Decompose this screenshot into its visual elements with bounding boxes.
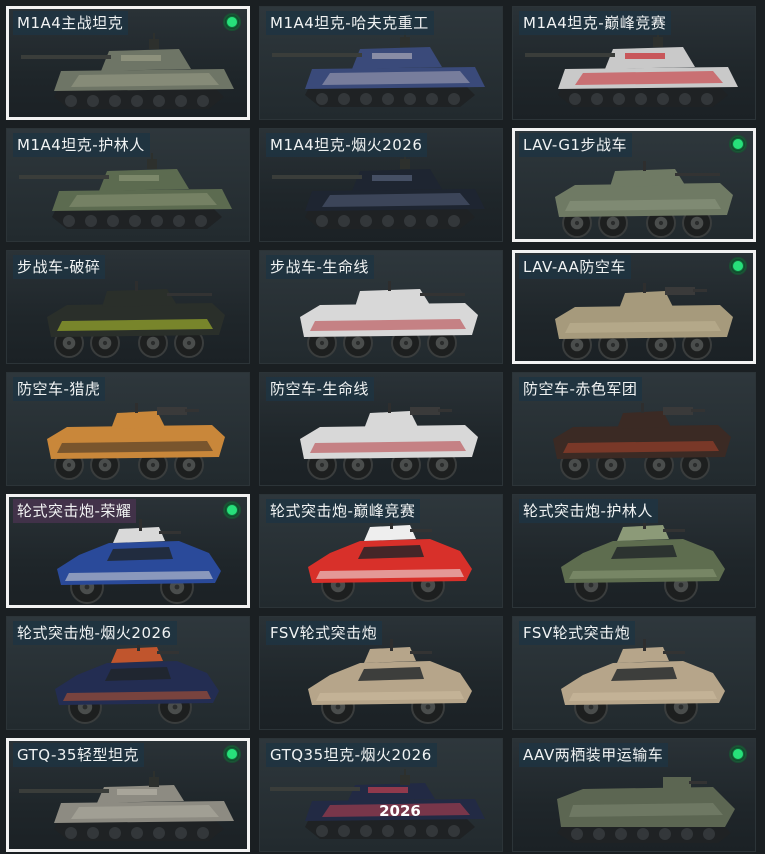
vehicle-name-label: FSV轮式突击炮 [519, 621, 636, 645]
vehicle-name-label: 步战车-破碎 [13, 255, 106, 279]
equipped-indicator-icon [223, 501, 241, 519]
vehicle-skin-card[interactable]: 轮式突击炮-护林人 [512, 494, 756, 608]
vehicle-name-label: 步战车-生命线 [266, 255, 374, 279]
vehicle-skin-card[interactable]: M1A4坦克-哈夫克重工 [259, 6, 503, 120]
vehicle-name-label: GTQ-35轻型坦克 [13, 743, 144, 767]
vehicle-name-label: M1A4主战坦克 [13, 11, 129, 35]
vehicle-name-label: M1A4坦克-护林人 [13, 133, 150, 157]
vehicle-skin-card[interactable]: FSV轮式突击炮 [512, 616, 756, 730]
vehicle-skin-card[interactable]: LAV-G1步战车 [512, 128, 756, 242]
vehicle-skin-card[interactable]: 防空车-猎虎 [6, 372, 250, 486]
vehicle-name-label: 轮式突击炮-护林人 [519, 499, 658, 523]
equipped-indicator-icon [223, 745, 241, 763]
equipped-indicator-icon [729, 257, 747, 275]
vehicle-skin-card[interactable]: 步战车-破碎 [6, 250, 250, 364]
equipped-indicator-icon [729, 135, 747, 153]
vehicle-name-label: M1A4坦克-烟火2026 [266, 133, 428, 157]
vehicle-name-label: 防空车-赤色军团 [519, 377, 643, 401]
vehicle-name-label: 轮式突击炮-烟火2026 [13, 621, 177, 645]
vehicle-skin-card[interactable]: FSV轮式突击炮 [259, 616, 503, 730]
vehicle-name-label: GTQ35坦克-烟火2026 [266, 743, 437, 767]
vehicle-name-label: FSV轮式突击炮 [266, 621, 383, 645]
vehicle-skin-card[interactable]: LAV-AA防空车 [512, 250, 756, 364]
vehicle-name-label: 防空车-生命线 [266, 377, 374, 401]
vehicle-skin-card[interactable]: GTQ-35轻型坦克 [6, 738, 250, 852]
vehicle-skin-grid: M1A4主战坦克 M1A4坦克-哈夫克重工 M1A4坦克-巅峰竞赛 M1A4坦克-护林… [0, 0, 765, 854]
vehicle-skin-card[interactable]: 2026 GTQ35坦克-烟火2026 [259, 738, 503, 852]
vehicle-name-label: 轮式突击炮-荣耀 [13, 499, 137, 523]
vehicle-name-label: M1A4坦克-巅峰竞赛 [519, 11, 672, 35]
vehicle-name-label: AAV两栖装甲运输车 [519, 743, 669, 767]
equipped-indicator-icon [729, 745, 747, 763]
vehicle-skin-card[interactable]: 轮式突击炮-巅峰竞赛 [259, 494, 503, 608]
vehicle-skin-card[interactable]: M1A4坦克-烟火2026 [259, 128, 503, 242]
vehicle-name-label: LAV-G1步战车 [519, 133, 633, 157]
vehicle-name-label: 轮式突击炮-巅峰竞赛 [266, 499, 421, 523]
vehicle-skin-card[interactable]: 防空车-生命线 [259, 372, 503, 486]
vehicle-name-label: LAV-AA防空车 [519, 255, 631, 279]
vehicle-skin-card[interactable]: 防空车-赤色军团 [512, 372, 756, 486]
svg-text:2026: 2026 [379, 802, 421, 820]
vehicle-skin-card[interactable]: 步战车-生命线 [259, 250, 503, 364]
equipped-indicator-icon [223, 13, 241, 31]
vehicle-name-label: 防空车-猎虎 [13, 377, 106, 401]
vehicle-name-label: M1A4坦克-哈夫克重工 [266, 11, 434, 35]
vehicle-skin-card[interactable]: 轮式突击炮-荣耀 [6, 494, 250, 608]
vehicle-skin-card[interactable]: 轮式突击炮-烟火2026 [6, 616, 250, 730]
vehicle-skin-card[interactable]: M1A4坦克-巅峰竞赛 [512, 6, 756, 120]
vehicle-skin-card[interactable]: M1A4主战坦克 [6, 6, 250, 120]
vehicle-skin-card[interactable]: M1A4坦克-护林人 [6, 128, 250, 242]
vehicle-skin-card[interactable]: AAV两栖装甲运输车 [512, 738, 756, 852]
